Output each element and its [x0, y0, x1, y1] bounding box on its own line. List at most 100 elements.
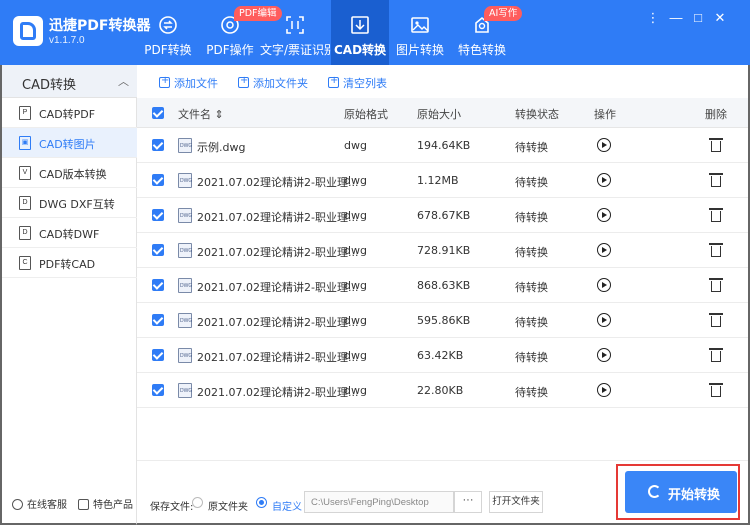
- header-filename[interactable]: 文件名 ⇕: [178, 106, 224, 122]
- tab-image-convert[interactable]: 图片转换: [391, 0, 449, 65]
- main-panel: 添加文件 添加文件夹 清空列表 文件名 ⇕ 原始格式 原始大小 转换状态 操作 …: [137, 65, 750, 525]
- table-row[interactable]: 2021.07.02理论精讲2-职业理...dwg 868.63KB 待转换: [137, 268, 748, 303]
- close-icon[interactable]: ✕: [712, 10, 728, 26]
- sidebar-header[interactable]: CAD转换 ︿: [2, 65, 137, 98]
- file-name: 2021.07.02理论精讲2-职业理...: [197, 176, 359, 189]
- play-icon[interactable]: [597, 278, 611, 292]
- header-size: 原始大小: [417, 108, 461, 121]
- sidebar-item-cad-version[interactable]: V CAD版本转换: [2, 158, 137, 188]
- trash-icon[interactable]: [709, 383, 723, 397]
- play-icon[interactable]: [597, 173, 611, 187]
- file-format: dwg: [344, 279, 367, 292]
- select-all-checkbox[interactable]: [152, 107, 164, 119]
- support-icon: [12, 499, 23, 510]
- row-checkbox[interactable]: [152, 384, 164, 396]
- header-delete: 删除: [705, 108, 727, 121]
- play-icon[interactable]: [597, 383, 611, 397]
- toolbar: 添加文件 添加文件夹 清空列表: [137, 65, 748, 98]
- open-folder-button[interactable]: 打开文件夹: [489, 491, 543, 513]
- image-icon: ▣: [19, 136, 31, 150]
- file-size: 678.67KB: [417, 209, 471, 222]
- header-status: 转换状态: [515, 108, 559, 121]
- table-row[interactable]: 2021.07.02理论精讲2-职业理...dwg 728.91KB 待转换: [137, 233, 748, 268]
- file-name: 示例.dwg: [197, 141, 246, 154]
- save-path-input[interactable]: C:\Users\FengPing\Desktop: [304, 491, 454, 513]
- clear-list-button[interactable]: 清空列表: [328, 75, 387, 91]
- table-row[interactable]: 2021.07.02理论精讲2-职业理...dwg 595.86KB 待转换: [137, 303, 748, 338]
- trash-icon[interactable]: [709, 173, 723, 187]
- pdf-icon: P: [19, 106, 31, 120]
- add-file-button[interactable]: 添加文件: [159, 75, 218, 91]
- tab-cad-convert[interactable]: CAD转换: [331, 0, 389, 65]
- trash-icon[interactable]: [709, 348, 723, 362]
- table-header: 文件名 ⇕ 原始格式 原始大小 转换状态 操作 删除: [137, 98, 748, 128]
- row-checkbox[interactable]: [152, 279, 164, 291]
- file-format: dwg: [344, 139, 367, 152]
- table-row[interactable]: 2021.07.02理论精讲2-职业理...dwg 1.12MB 待转换: [137, 163, 748, 198]
- row-checkbox[interactable]: [152, 139, 164, 151]
- dwg-file-icon: [178, 313, 192, 328]
- row-checkbox[interactable]: [152, 174, 164, 186]
- play-icon[interactable]: [597, 243, 611, 257]
- file-name: 2021.07.02理论精讲2-职业理...: [197, 351, 359, 364]
- row-checkbox[interactable]: [152, 314, 164, 326]
- table-row[interactable]: 2021.07.02理论精讲2-职业理...dwg 22.80KB 待转换: [137, 373, 748, 408]
- custom-path-radio[interactable]: [256, 497, 267, 508]
- play-icon[interactable]: [597, 138, 611, 152]
- trash-icon[interactable]: [709, 313, 723, 327]
- table-row[interactable]: 示例.dwg dwg 194.64KB 待转换: [137, 128, 748, 163]
- table-row[interactable]: 2021.07.02理论精讲2-职业理...dwg 63.42KB 待转换: [137, 338, 748, 373]
- minimize-icon[interactable]: —: [668, 10, 684, 26]
- add-folder-button[interactable]: 添加文件夹: [238, 75, 308, 91]
- dwg-file-icon: [178, 383, 192, 398]
- original-folder-radio[interactable]: [192, 497, 203, 508]
- convert-status: 待转换: [515, 351, 548, 364]
- original-folder-label: 原文件夹: [208, 502, 248, 513]
- file-size: 728.91KB: [417, 244, 471, 257]
- file-format: dwg: [344, 349, 367, 362]
- product-icon: [78, 499, 89, 510]
- file-format: dwg: [344, 384, 367, 397]
- row-checkbox[interactable]: [152, 209, 164, 221]
- trash-icon[interactable]: [709, 278, 723, 292]
- pdf-cad-icon: C: [19, 256, 31, 270]
- app-name: 迅捷PDF转换器: [49, 18, 151, 34]
- sidebar-item-cad-to-dwf[interactable]: D CAD转DWF: [2, 218, 137, 248]
- row-checkbox[interactable]: [152, 244, 164, 256]
- play-icon[interactable]: [597, 208, 611, 222]
- browse-button[interactable]: ···: [454, 491, 482, 513]
- file-size: 22.80KB: [417, 384, 464, 397]
- dwg-file-icon: [178, 208, 192, 223]
- save-file-label: 保存文件:: [150, 502, 194, 513]
- clear-list-icon: [328, 75, 339, 88]
- table-row[interactable]: 2021.07.02理论精讲2-职业理...dwg 678.67KB 待转换: [137, 198, 748, 233]
- header-format: 原始格式: [344, 108, 388, 121]
- convert-status: 待转换: [515, 281, 548, 294]
- convert-status: 待转换: [515, 316, 548, 329]
- row-checkbox[interactable]: [152, 349, 164, 361]
- sidebar-item-cad-to-pdf[interactable]: P CAD转PDF: [2, 98, 137, 128]
- sidebar-item-cad-to-image[interactable]: ▣ CAD转图片: [2, 128, 137, 158]
- trash-icon[interactable]: [709, 138, 723, 152]
- trash-icon[interactable]: [709, 208, 723, 222]
- featured-products-button[interactable]: 特色产品: [78, 496, 133, 511]
- sidebar-item-pdf-to-cad[interactable]: C PDF转CAD: [2, 248, 137, 278]
- tab-ocr[interactable]: 文字/票证识别: [260, 0, 336, 65]
- version-icon: V: [19, 166, 31, 180]
- trash-icon[interactable]: [709, 243, 723, 257]
- cad-icon: [351, 16, 369, 34]
- tab-pdf-convert[interactable]: PDF转换: [139, 0, 197, 65]
- start-convert-button[interactable]: 开始转换: [625, 471, 737, 513]
- maximize-icon[interactable]: □: [690, 10, 706, 26]
- online-support-button[interactable]: 在线客服: [12, 496, 67, 511]
- header-action: 操作: [594, 108, 616, 121]
- play-icon[interactable]: [597, 313, 611, 327]
- convert-status: 待转换: [515, 141, 548, 154]
- convert-status: 待转换: [515, 246, 548, 259]
- sidebar-item-dwg-dxf[interactable]: D DWG DXF互转: [2, 188, 137, 218]
- ai-writing-badge: AI写作: [484, 6, 523, 21]
- more-menu-icon[interactable]: ⋮: [645, 10, 661, 26]
- file-format: dwg: [344, 244, 367, 257]
- image-icon: [411, 17, 429, 33]
- play-icon[interactable]: [597, 348, 611, 362]
